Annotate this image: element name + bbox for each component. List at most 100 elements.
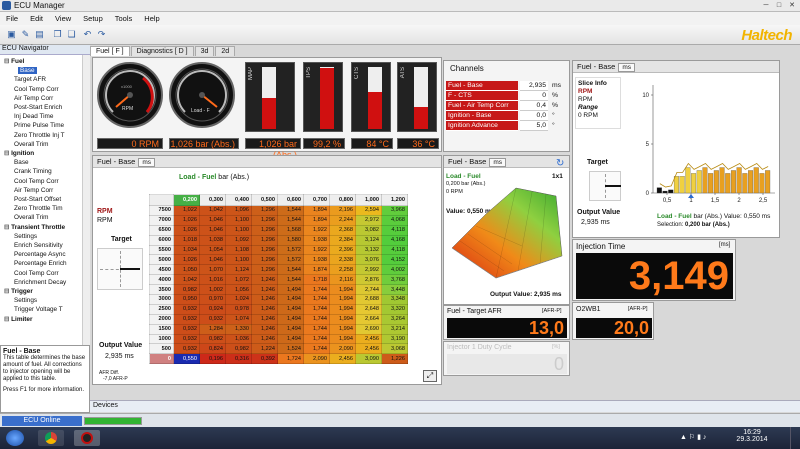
grid-row-header[interactable]: 6500 bbox=[149, 224, 174, 236]
nav-item-transient-throttle[interactable]: ⊟ Transient Throttle bbox=[4, 223, 65, 232]
grid-cell[interactable]: 3,082 bbox=[355, 224, 382, 236]
grid-cell[interactable]: 1,054 bbox=[199, 244, 226, 256]
grid-cell[interactable]: 0,932 bbox=[173, 323, 200, 335]
grid-cell[interactable]: 1,100 bbox=[225, 254, 252, 266]
grid-row-header[interactable]: 6000 bbox=[149, 234, 174, 246]
grid-cell[interactable]: 1,002 bbox=[199, 284, 226, 296]
grid-row-header[interactable]: 5500 bbox=[149, 244, 174, 256]
taskbar-chrome[interactable] bbox=[38, 430, 64, 446]
grid-cell[interactable]: 1,100 bbox=[225, 224, 252, 236]
grid-cell[interactable]: 1,034 bbox=[173, 244, 200, 256]
grid-cell[interactable]: 1,026 bbox=[173, 254, 200, 266]
grid-cell[interactable]: 1,074 bbox=[225, 313, 252, 325]
grid-cell[interactable]: 1,036 bbox=[225, 333, 252, 345]
tray-icons[interactable]: ▲ ⚐ ▮ ♪ bbox=[680, 433, 706, 441]
grid-cell[interactable]: 1,296 bbox=[251, 205, 278, 216]
grid-cell[interactable]: 4,152 bbox=[381, 254, 408, 266]
nav-item-limiter[interactable]: ⊟ Limiter bbox=[4, 315, 32, 324]
nav-item-ignition[interactable]: ⊟ Ignition bbox=[4, 149, 34, 158]
grid-row-header[interactable]: 3000 bbox=[149, 294, 174, 305]
grid-cell[interactable]: 1,072 bbox=[225, 274, 252, 286]
grid-cell[interactable]: 2,648 bbox=[355, 303, 382, 315]
grid-cell[interactable]: 0,970 bbox=[199, 294, 226, 305]
grid-cell[interactable]: 0,932 bbox=[173, 313, 200, 325]
grid-cell[interactable]: 2,456 bbox=[329, 353, 356, 365]
nav-item-cool-temp-corr[interactable]: Cool Temp Corr bbox=[14, 85, 59, 94]
grid-cell[interactable]: 1,026 bbox=[173, 214, 200, 226]
grid-cell[interactable]: 1,330 bbox=[225, 323, 252, 335]
menu-help[interactable]: Help bbox=[138, 12, 165, 25]
grid-cell[interactable]: 0,982 bbox=[173, 284, 200, 296]
grid-col-header[interactable]: 1,000 bbox=[355, 194, 382, 206]
grid-row-header[interactable]: 4000 bbox=[149, 274, 174, 286]
grid-cell[interactable]: 1,938 bbox=[303, 234, 330, 246]
grid-col-header[interactable]: 0,500 bbox=[251, 194, 278, 206]
grid-cell[interactable]: 3,768 bbox=[381, 274, 408, 286]
grid-cell[interactable]: 1,296 bbox=[251, 234, 278, 246]
grid-cell[interactable]: 1,494 bbox=[277, 323, 304, 335]
expand-icon[interactable]: ⤢ bbox=[423, 370, 437, 382]
close-icon[interactable]: ✕ bbox=[786, 1, 798, 10]
grid-row-header[interactable]: 5000 bbox=[149, 254, 174, 266]
refresh-icon[interactable]: ↻ bbox=[556, 158, 564, 169]
grid-cell[interactable]: 1,494 bbox=[277, 313, 304, 325]
grid-cell[interactable]: 1,724 bbox=[277, 353, 304, 365]
grid-cell[interactable]: 4,118 bbox=[381, 244, 408, 256]
grid-cell[interactable]: 1,246 bbox=[251, 303, 278, 315]
channel-row[interactable]: Fuel - Air Temp Corr 0,4% bbox=[446, 101, 568, 111]
grid-cell[interactable]: 1,296 bbox=[251, 214, 278, 226]
grid-cell[interactable]: 1,744 bbox=[303, 323, 330, 335]
nav-item-post-start-offset[interactable]: Post-Start Offset bbox=[14, 195, 61, 204]
grid-cell[interactable]: 1,494 bbox=[277, 284, 304, 296]
menu-tools[interactable]: Tools bbox=[109, 12, 139, 25]
grid-cell[interactable]: 1,224 bbox=[251, 343, 278, 355]
grid-row-header[interactable]: 1500 bbox=[149, 323, 174, 335]
grid-cell[interactable]: 1,994 bbox=[329, 333, 356, 345]
grid-cell[interactable]: 2,456 bbox=[355, 333, 382, 345]
grid-cell[interactable]: 1,050 bbox=[173, 264, 200, 276]
grid-cell[interactable]: 0,932 bbox=[173, 333, 200, 345]
grid-cell[interactable]: 3,264 bbox=[381, 313, 408, 325]
grid-cell[interactable]: 1,284 bbox=[199, 323, 226, 335]
grid-cell[interactable]: 1,046 bbox=[199, 224, 226, 236]
grid-cell[interactable]: 2,244 bbox=[329, 214, 356, 226]
grid-col-header[interactable]: 1,200 bbox=[381, 194, 408, 206]
nav-item-cool-temp-corr[interactable]: Cool Temp Corr bbox=[14, 269, 59, 278]
nav-item-target-afr[interactable]: Target AFR bbox=[14, 75, 46, 84]
grid-cell[interactable]: 0,932 bbox=[199, 313, 226, 325]
grid-cell[interactable]: 0,978 bbox=[225, 303, 252, 315]
grid-cell[interactable]: 0,982 bbox=[199, 333, 226, 345]
grid-cell[interactable]: 1,296 bbox=[251, 244, 278, 256]
menu-setup[interactable]: Setup bbox=[77, 12, 109, 25]
maximize-icon[interactable]: □ bbox=[773, 1, 785, 10]
grid-cell[interactable]: 2,368 bbox=[329, 224, 356, 236]
grid-cell[interactable]: 1,744 bbox=[303, 294, 330, 305]
grid-cell[interactable]: 1,894 bbox=[303, 214, 330, 226]
grid-cell[interactable]: 3,190 bbox=[381, 333, 408, 345]
grid-col-header[interactable]: 0,400 bbox=[225, 194, 252, 206]
nav-item-cool-temp-corr[interactable]: Cool Temp Corr bbox=[14, 177, 59, 186]
grid-row-header[interactable]: 2000 bbox=[149, 313, 174, 325]
grid-cell[interactable]: 0,550 bbox=[173, 353, 200, 365]
grid-cell[interactable]: 1,246 bbox=[251, 284, 278, 296]
navigator-scrollbar[interactable] bbox=[82, 55, 90, 345]
grid-cell[interactable]: 3,076 bbox=[355, 254, 382, 266]
grid-col-header[interactable]: 0,800 bbox=[329, 194, 356, 206]
grid-cell[interactable]: 2,744 bbox=[355, 284, 382, 296]
nav-item-zero-throttle-inj-t[interactable]: Zero Throttle Inj T bbox=[14, 131, 65, 140]
grid-cell[interactable]: 2,196 bbox=[329, 205, 356, 216]
nav-item-overall-trim[interactable]: Overall Trim bbox=[14, 140, 48, 149]
grid-cell[interactable]: 2,688 bbox=[355, 294, 382, 305]
grid-cell[interactable]: 3,090 bbox=[355, 353, 382, 365]
slice-unit-button[interactable]: ms bbox=[618, 63, 636, 72]
grid-cell[interactable]: 1,024 bbox=[225, 294, 252, 305]
grid-cell[interactable]: 1,572 bbox=[277, 244, 304, 256]
grid-col-header[interactable]: 0,200 bbox=[173, 194, 200, 206]
grid-cell[interactable]: 2,456 bbox=[355, 343, 382, 355]
grid-cell[interactable]: 1,922 bbox=[303, 224, 330, 236]
grid-cell[interactable]: 1,568 bbox=[277, 224, 304, 236]
grid-cell[interactable]: 1,092 bbox=[225, 234, 252, 246]
nav-item-enrich-sensitivity[interactable]: Enrich Sensitivity bbox=[14, 241, 63, 250]
menu-view[interactable]: View bbox=[49, 12, 77, 25]
taskbar-ecu-manager[interactable] bbox=[74, 430, 100, 446]
